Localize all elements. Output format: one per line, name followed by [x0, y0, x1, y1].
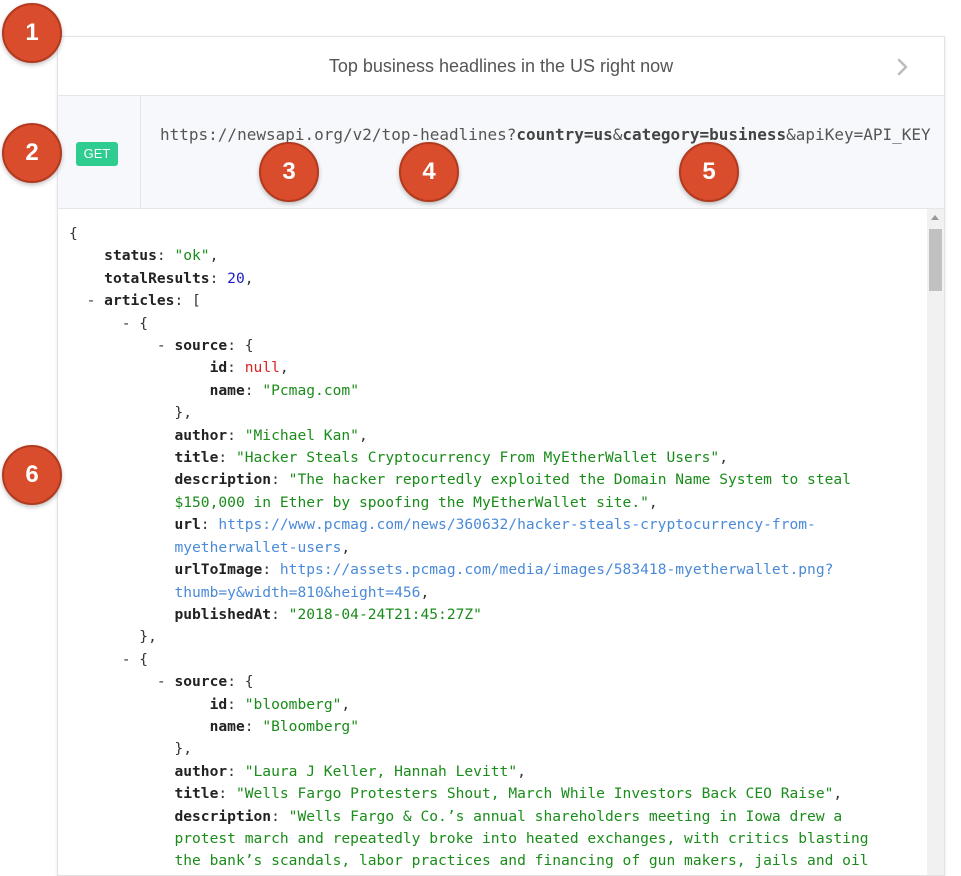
response-body[interactable]: { status: "ok", totalResults: 20, - arti… — [58, 209, 944, 875]
json-response: { status: "ok", totalResults: 20, - arti… — [69, 225, 869, 870]
http-method-badge: GET — [76, 142, 118, 166]
image-url-link[interactable]: https://assets.pcmag.com/media/images/58… — [280, 561, 834, 578]
collapse-toggle[interactable]: - — [87, 292, 96, 309]
api-example-card: Top business headlines in the US right n… — [57, 36, 945, 876]
collapse-toggle[interactable]: - — [157, 673, 166, 690]
collapse-toggle[interactable]: - — [122, 651, 131, 668]
collapse-toggle[interactable]: - — [157, 337, 166, 354]
vertical-scrollbar[interactable] — [927, 209, 944, 875]
image-url-link[interactable]: thumb=y&width=810&height=456 — [174, 584, 420, 601]
method-column: GET — [58, 96, 141, 208]
example-title: Top business headlines in the US right n… — [328, 56, 674, 76]
example-header[interactable]: Top business headlines in the US right n… — [58, 37, 944, 96]
collapse-toggle[interactable]: - — [122, 315, 131, 332]
callout-marker-4: 4 — [399, 142, 459, 202]
url-suffix: &apiKey=API_KEY — [786, 125, 931, 144]
callout-marker-1: 1 — [2, 3, 62, 63]
callout-marker-3: 3 — [259, 142, 319, 202]
url-param-category: category=business — [622, 125, 787, 144]
url-param-country: country=us — [516, 125, 613, 144]
scrollbar-thumb[interactable] — [929, 229, 942, 291]
callout-marker-6: 6 — [2, 445, 62, 505]
chevron-right-icon[interactable] — [890, 55, 914, 79]
scroll-up-arrow-icon[interactable] — [931, 215, 939, 220]
article-url-link[interactable]: https://www.pcmag.com/news/360632/hacker… — [218, 516, 815, 533]
url-ampersand: & — [612, 125, 623, 144]
callout-marker-2: 2 — [2, 123, 62, 183]
request-panel: GET https://newsapi.org/v2/top-headlines… — [58, 96, 944, 209]
url-prefix: https://newsapi.org/v2/top-headlines? — [160, 125, 517, 144]
article-url-link[interactable]: myetherwallet-users — [174, 539, 341, 556]
callout-marker-5: 5 — [679, 142, 739, 202]
